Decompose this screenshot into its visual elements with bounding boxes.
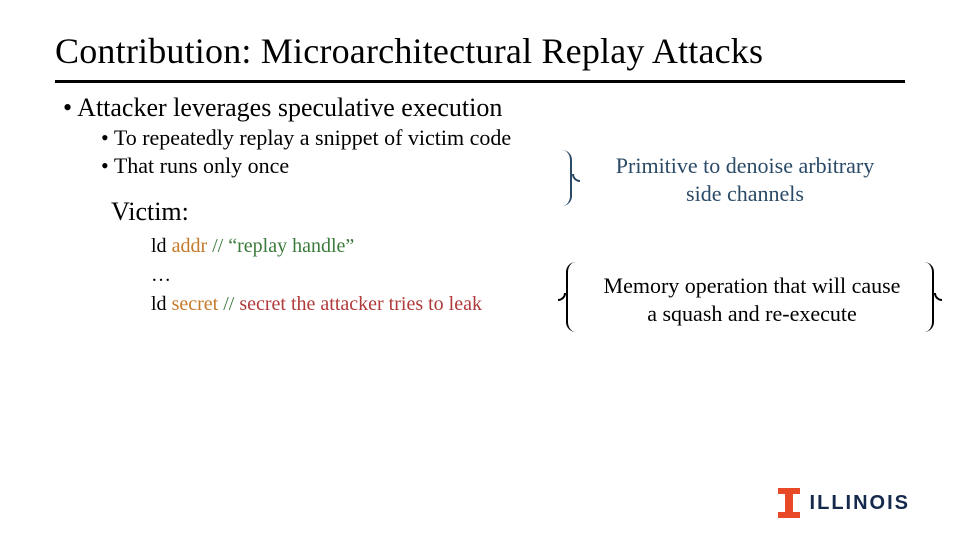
- block-i-icon: [778, 488, 800, 518]
- annotation-line: Primitive to denoise arbitrary: [616, 153, 874, 178]
- annotation-line: a squash and re-execute: [647, 301, 857, 326]
- bullet-level2: To repeatedly replay a snippet of victim…: [101, 125, 905, 151]
- bullet-level1: Attacker leverages speculative execution: [63, 93, 905, 123]
- annotation-primitive: Primitive to denoise arbitrary side chan…: [580, 152, 910, 207]
- brace-icon: [558, 150, 572, 206]
- title-rule: [55, 80, 905, 83]
- code-comment-secret: secret the attacker tries to leak: [239, 293, 482, 315]
- code-operand: secret: [172, 293, 224, 315]
- illinois-logo: ILLINOIS: [778, 488, 910, 518]
- logo-text: ILLINOIS: [810, 492, 910, 515]
- brace-icon: [920, 262, 934, 332]
- code-comment-prefix: //: [223, 293, 239, 315]
- code-comment: // “replay handle”: [212, 235, 354, 257]
- page-title: Contribution: Microarchitectural Replay …: [55, 30, 905, 72]
- annotation-memory-op: Memory operation that will cause a squas…: [582, 272, 922, 327]
- brace-icon: [566, 262, 580, 332]
- slide: Contribution: Microarchitectural Replay …: [0, 0, 960, 540]
- code-keyword: ld: [151, 235, 172, 257]
- code-line-1: ld addr // “replay handle”: [151, 235, 905, 258]
- annotation-line: Memory operation that will cause: [604, 273, 901, 298]
- code-keyword: ld: [151, 293, 172, 315]
- code-operand: addr: [172, 235, 213, 257]
- annotation-line: side channels: [686, 181, 804, 206]
